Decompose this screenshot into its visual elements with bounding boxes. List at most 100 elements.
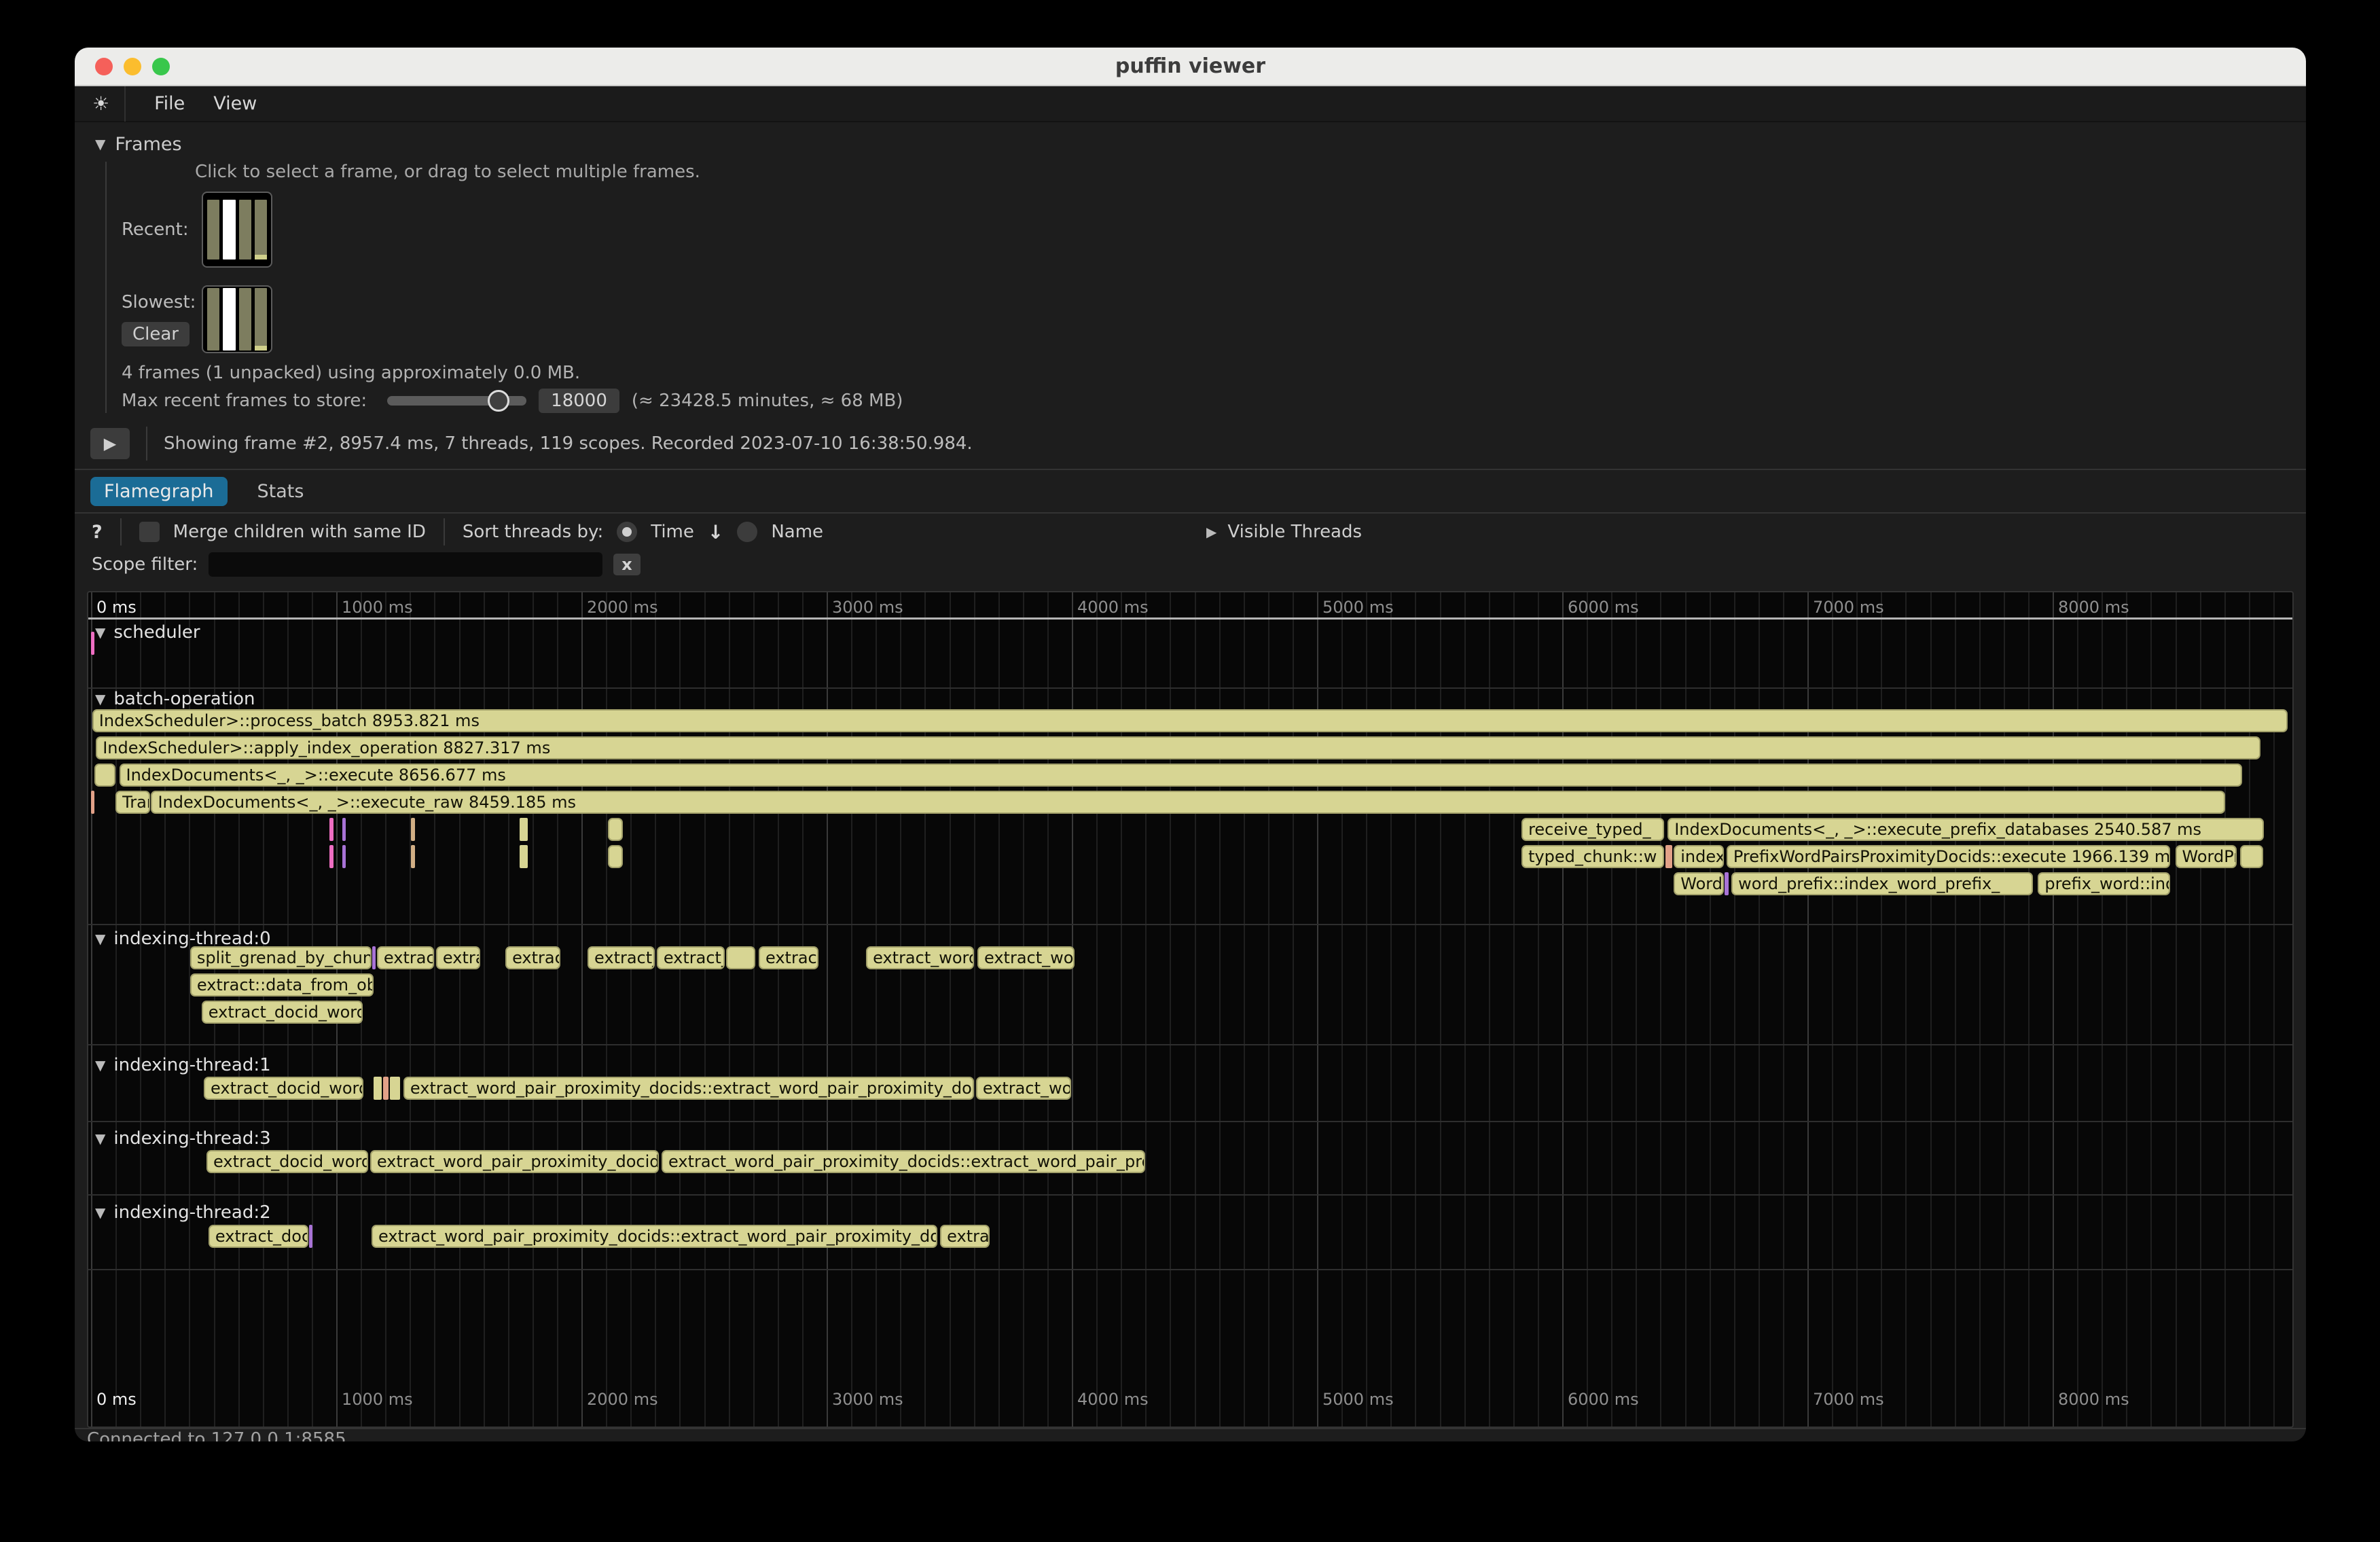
scope-bar[interactable]: extrac [505,946,560,969]
frame-thumbnail-bar[interactable] [255,288,267,351]
scope-bar[interactable] [372,946,376,969]
merge-label[interactable]: Merge children with same ID [173,522,426,542]
scope-bar[interactable] [329,845,333,868]
scope-filter-input[interactable] [209,552,602,577]
scope-bar[interactable]: IndexScheduler>::apply_index_operation 8… [96,736,2260,759]
frame-thumbnail-bar[interactable] [239,288,251,351]
scope-bar[interactable] [94,764,115,787]
titlebar[interactable]: puffin viewer [75,48,2306,86]
scope-bar[interactable]: extract_word_pair_proximity_docids::extr… [372,1225,937,1248]
scope-bar[interactable]: extract_word_pair_proximity_docids::extr… [662,1150,1145,1173]
scope-bar[interactable]: extract_word_pair_proximity_docids [370,1150,659,1173]
thread-header[interactable]: ▼batch-operation [95,689,255,709]
scope-bar[interactable] [91,791,94,814]
scope-bar[interactable]: extract_doc [209,1225,308,1248]
frame-thumbnail-bar[interactable] [223,288,235,351]
scope-bar[interactable] [329,818,333,841]
thread-header[interactable]: ▼indexing-thread:3 [95,1128,271,1149]
thread-header[interactable]: ▼scheduler [95,622,200,643]
thread-header[interactable]: ▼indexing-thread:2 [95,1202,271,1223]
scope-bar[interactable] [383,1077,389,1100]
max-frames-value[interactable]: 18000 [539,389,619,413]
scope-filter-row: Scope filter: x [75,548,2306,581]
app-window: puffin viewer ☀ File View ▼ Frames Click… [75,48,2306,1441]
scope-bar[interactable] [374,1077,382,1100]
scope-bar[interactable] [91,632,94,655]
scope-bar[interactable] [411,845,415,868]
clear-filter-button[interactable]: x [613,554,640,575]
scope-bar[interactable] [309,1225,312,1248]
scope-bar[interactable]: Word [1674,872,1724,895]
max-frames-slider[interactable] [387,396,526,406]
scope-bar[interactable]: extract_wo [976,1077,1071,1100]
scope-bar[interactable]: PrefixWordPairsProximityDocids::execute … [1727,845,2170,868]
scope-bar[interactable] [342,845,346,868]
scope-bar[interactable]: extract::data_from_ob [190,973,374,997]
frames-header[interactable]: ▼ Frames [95,129,2306,159]
scope-bar[interactable]: extract_docid_word [202,1001,363,1024]
menu-file[interactable]: File [154,93,185,114]
clear-button[interactable]: Clear [122,322,190,346]
scope-bar[interactable] [608,845,623,868]
scope-bar[interactable]: extract [759,946,818,969]
scope-bar[interactable] [520,818,528,841]
scope-bar[interactable]: extract_word [866,946,974,969]
sort-time-label[interactable]: Time [651,522,694,542]
scope-bar[interactable]: extract_word_pair_proximity_docids::extr… [403,1077,974,1100]
sort-direction-icon[interactable]: ↓ [708,521,723,543]
frame-thumbnail-bar[interactable] [207,200,219,259]
frame-thumbnail-bar[interactable] [223,200,235,259]
scope-bar[interactable]: extract_docid_word [204,1077,363,1100]
scope-bar[interactable]: Trans [115,791,150,814]
sort-name-radio[interactable] [737,522,757,542]
collapse-triangle-icon: ▼ [95,1130,105,1147]
scope-bar[interactable]: WordPr [2176,845,2237,868]
scope-bar[interactable]: extrac [940,1225,990,1248]
scope-bar[interactable] [726,946,755,969]
scope-bar[interactable]: extra [436,946,480,969]
scope-bar[interactable]: extract_ [588,946,655,969]
flamegraph-canvas[interactable]: 0 ms1000 ms2000 ms3000 ms4000 ms5000 ms6… [87,591,2294,1428]
scope-bar[interactable]: IndexDocuments<_, _>::execute_prefix_dat… [1667,818,2264,841]
scope-bar[interactable] [608,818,623,841]
scope-bar[interactable]: extract [377,946,434,969]
scope-bar[interactable]: extract_docid_word [206,1150,368,1173]
scope-bar[interactable] [520,845,528,868]
scope-bar[interactable]: index [1674,845,1724,868]
scope-bar[interactable] [342,818,346,841]
scope-bar[interactable]: IndexScheduler>::process_batch 8953.821 … [92,709,2288,732]
sort-time-radio[interactable] [617,522,637,542]
merge-checkbox[interactable] [139,522,160,542]
sort-name-label[interactable]: Name [771,522,823,542]
frame-thumbnail-bar[interactable] [255,200,267,259]
scope-bar[interactable]: extract_ [657,946,725,969]
tab-stats[interactable]: Stats [244,477,318,506]
scope-bar[interactable] [1665,845,1672,868]
play-button[interactable]: ▶ [90,428,130,459]
frame-thumbnail-bar[interactable] [207,288,219,351]
scope-bar[interactable]: extract_wo [977,946,1075,969]
theme-toggle-icon[interactable]: ☀ [92,92,109,115]
help-button[interactable]: ? [92,522,103,543]
recent-frame-thumbnail[interactable] [202,192,272,268]
scope-bar[interactable] [2240,845,2263,868]
slowest-frame-thumbnail[interactable] [202,285,272,353]
thread-header[interactable]: ▼indexing-thread:1 [95,1055,271,1075]
thread-name: batch-operation [113,689,255,709]
scope-bar[interactable]: word_prefix::index_word_prefix_ [1731,872,2033,895]
scope-bar[interactable] [411,818,415,841]
scope-bar[interactable]: prefix_word::index_prefix_wo [2038,872,2170,895]
thread-divider [88,1044,2292,1045]
scope-bar[interactable]: IndexDocuments<_, _>::execute 8656.677 m… [120,764,2242,787]
slider-knob[interactable] [488,390,509,412]
tab-flamegraph[interactable]: Flamegraph [90,477,228,506]
visible-threads-header[interactable]: ▶ Visible Threads [1206,522,1362,542]
frame-thumbnail-bar[interactable] [239,200,251,259]
scope-bar[interactable]: receive_typed_ [1521,818,1664,841]
menu-view[interactable]: View [213,93,257,114]
scope-bar[interactable]: IndexDocuments<_, _>::execute_raw 8459.1… [151,791,2225,814]
scope-bar[interactable] [390,1077,400,1100]
scope-bar[interactable] [1725,872,1729,895]
scope-bar[interactable]: split_grenad_by_chun [190,946,372,969]
scope-bar[interactable]: typed_chunk::w [1521,845,1664,868]
